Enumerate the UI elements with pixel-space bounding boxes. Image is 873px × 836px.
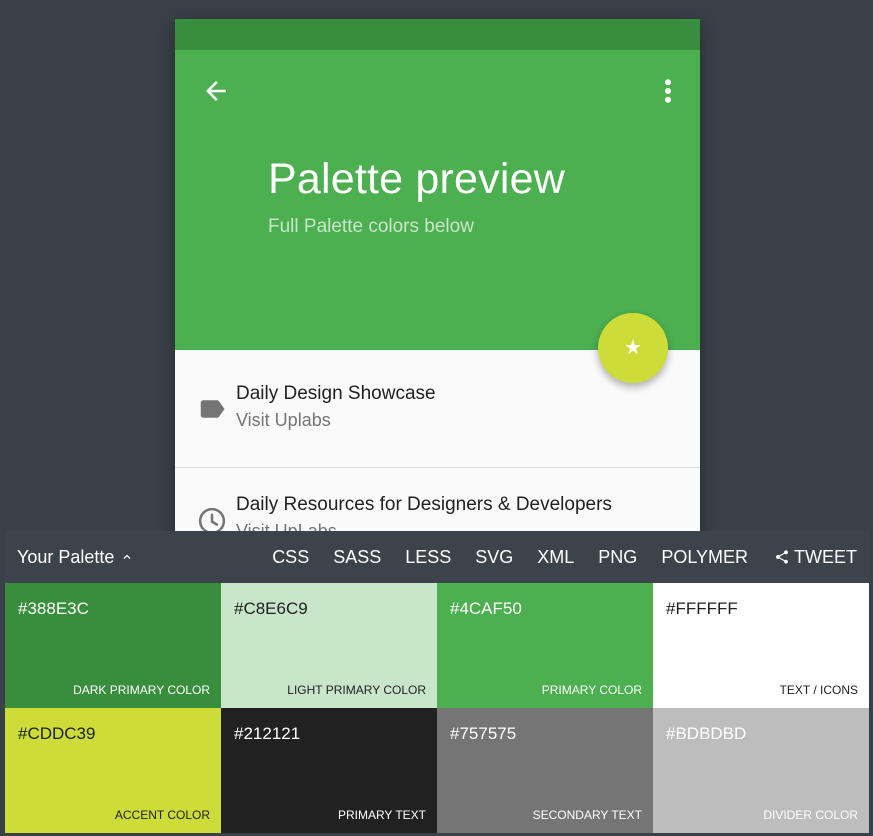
palette-title: Your Palette [17, 546, 115, 567]
palette-toggle[interactable]: Your Palette [17, 547, 134, 568]
more-vert-icon[interactable] [658, 76, 678, 106]
favorite-fab-button[interactable]: ★ [598, 313, 668, 383]
page-subtitle: Full Palette colors below [268, 216, 474, 237]
swatch-primary[interactable]: #4CAF50 PRIMARY COLOR [437, 583, 653, 708]
export-sass-link[interactable]: SASS [333, 547, 381, 568]
swatch-divider[interactable]: #BDBDBD DIVIDER COLOR [653, 708, 869, 833]
share-icon [776, 550, 788, 564]
star-icon: ★ [624, 337, 642, 359]
swatch-hex: #757575 [450, 724, 517, 743]
swatch-grid: #388E3C DARK PRIMARY COLOR #C8E6C9 LIGHT… [5, 583, 869, 833]
chevron-up-icon [123, 554, 131, 559]
swatch-label: TEXT / ICONS [779, 683, 858, 697]
swatch-hex: #CDDC39 [18, 724, 96, 743]
swatch-secondary-text[interactable]: #757575 SECONDARY TEXT [437, 708, 653, 833]
swatch-light-primary[interactable]: #C8E6C9 LIGHT PRIMARY COLOR [221, 583, 437, 708]
swatch-hex: #FFFFFF [666, 599, 738, 618]
export-xml-link[interactable]: XML [537, 547, 574, 568]
swatch-hex: #4CAF50 [450, 599, 522, 618]
swatch-label: PRIMARY TEXT [337, 808, 426, 822]
swatch-label: DARK PRIMARY COLOR [73, 683, 210, 697]
label-icon [200, 400, 225, 418]
swatch-text-icons[interactable]: #FFFFFF TEXT / ICONS [653, 583, 869, 708]
swatch-label: DIVIDER COLOR [763, 808, 858, 822]
status-bar [175, 19, 700, 50]
tweet-button[interactable]: TWEET [774, 547, 857, 568]
swatch-hex: #BDBDBD [666, 724, 747, 743]
list-item[interactable]: Daily Resources for Designers & Develope… [175, 467, 700, 539]
export-css-link[interactable]: CSS [272, 547, 309, 568]
swatch-label: ACCENT COLOR [114, 808, 210, 822]
swatch-hex: #388E3C [18, 599, 89, 618]
export-png-link[interactable]: PNG [598, 547, 637, 568]
export-links: CSS SASS LESS SVG XML PNG POLYMER TWEET [248, 547, 869, 568]
swatch-hex: #C8E6C9 [234, 599, 308, 618]
swatch-label: SECONDARY TEXT [532, 808, 642, 822]
palette-panel: Your Palette CSS SASS LESS SVG XML PNG P… [5, 531, 869, 836]
swatch-label: PRIMARY COLOR [541, 683, 642, 697]
palette-toolbar: Your Palette CSS SASS LESS SVG XML PNG P… [5, 531, 869, 583]
list-item-primary-text: Daily Resources for Designers & Develope… [236, 494, 612, 515]
export-polymer-link[interactable]: POLYMER [661, 547, 748, 568]
arrow-back-icon[interactable] [201, 76, 231, 106]
swatch-dark-primary[interactable]: #388E3C DARK PRIMARY COLOR [5, 583, 221, 708]
export-svg-link[interactable]: SVG [475, 547, 513, 568]
app-bar: Palette preview Full Palette colors belo… [175, 50, 700, 350]
page-title: Palette preview [268, 155, 565, 203]
list-item-secondary-text: Visit Uplabs [236, 410, 331, 430]
swatch-hex: #212121 [234, 724, 301, 743]
tweet-label: TWEET [794, 546, 857, 567]
phone-preview: Palette preview Full Palette colors belo… [175, 19, 700, 539]
list-item-primary-text: Daily Design Showcase [236, 383, 436, 404]
swatch-accent[interactable]: #CDDC39 ACCENT COLOR [5, 708, 221, 833]
export-less-link[interactable]: LESS [405, 547, 451, 568]
swatch-primary-text[interactable]: #212121 PRIMARY TEXT [221, 708, 437, 833]
swatch-label: LIGHT PRIMARY COLOR [287, 683, 426, 697]
